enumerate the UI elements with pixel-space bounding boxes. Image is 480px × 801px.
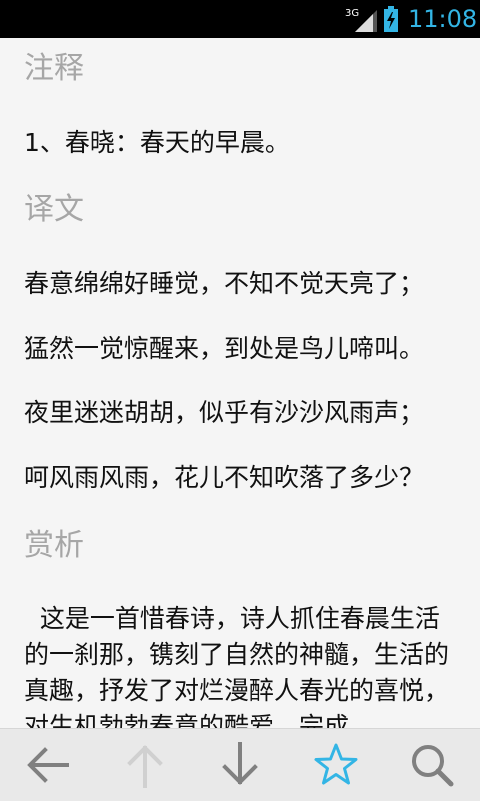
arrow-left-icon <box>27 747 69 783</box>
arrow-down-icon <box>222 742 258 785</box>
translation-line-4: 呵风雨风雨，花儿不知吹落了多少？ <box>24 463 425 492</box>
note-item: 1、春晓：春天的早晨。 <box>24 128 290 157</box>
notes-title: 注释 <box>24 51 84 86</box>
translation-line-3: 夜里迷迷胡胡，似乎有沙沙风雨声； <box>24 398 425 427</box>
back-button[interactable] <box>20 739 76 791</box>
analysis-text: 这是一首惜春诗，诗人抓住春晨生活的一刹那，镌刻了自然的神髓，生活的真趣，抒发了对… <box>24 604 450 728</box>
translation-line-2: 猛然一觉惊醒来，到处是鸟儿啼叫。 <box>24 334 425 363</box>
signal-3g-icon: 3G <box>345 8 377 32</box>
translation-title: 译文 <box>24 192 84 227</box>
next-button[interactable] <box>212 739 268 791</box>
favorite-button[interactable] <box>308 739 364 791</box>
search-button[interactable] <box>404 739 460 791</box>
previous-button[interactable] <box>117 739 173 791</box>
battery-charging-icon <box>384 6 398 32</box>
analysis-title: 赏析 <box>24 528 84 563</box>
clock: 11:08 <box>408 5 478 33</box>
svg-text:3G: 3G <box>345 8 359 19</box>
translation-line-1: 春意绵绵好睡觉，不知不觉天亮了； <box>24 269 425 298</box>
search-icon <box>412 745 454 787</box>
status-bar: 3G 11:08 <box>0 0 480 38</box>
bottom-toolbar <box>0 728 480 801</box>
arrow-up-icon <box>127 745 163 788</box>
star-icon <box>314 743 358 785</box>
poem-content[interactable]: 注释 1、春晓：春天的早晨。 译文 春意绵绵好睡觉，不知不觉天亮了； 猛然一觉惊… <box>0 38 480 728</box>
